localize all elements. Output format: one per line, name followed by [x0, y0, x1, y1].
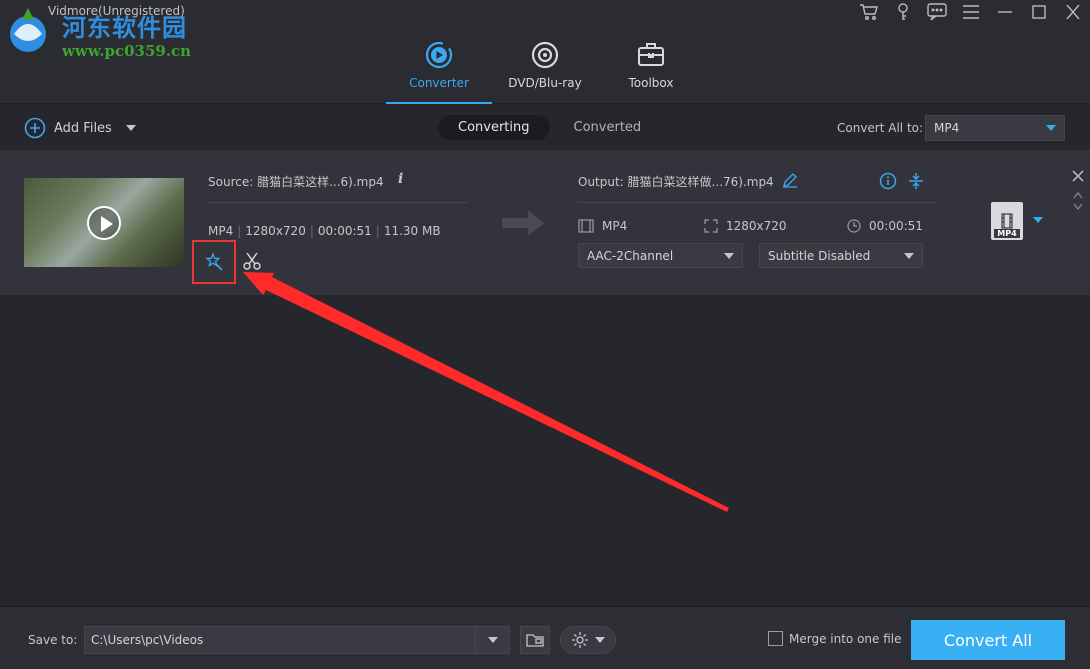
- convert-all-button[interactable]: Convert All: [911, 620, 1065, 660]
- source-format: MP4: [208, 224, 234, 238]
- tab-converted[interactable]: Converted: [554, 115, 662, 140]
- key-icon[interactable]: [886, 0, 920, 24]
- toolbox-icon: [638, 43, 664, 66]
- arrow-right-icon: [500, 208, 546, 241]
- source-filename: Source: 腊猫白菜这样...6).mp4: [208, 175, 384, 189]
- app-title: Vidmore(Unregistered): [48, 4, 185, 18]
- video-file-icon: [1001, 213, 1013, 229]
- split-icon[interactable]: [907, 172, 925, 193]
- output-info-icon[interactable]: [879, 172, 897, 193]
- convert-all-to-label: Convert All to:: [837, 121, 924, 135]
- source-size: 11.30 MB: [383, 224, 441, 238]
- conversion-subtabs: Converting Converted: [438, 115, 661, 140]
- close-icon[interactable]: [1056, 0, 1090, 24]
- gear-icon: [572, 632, 588, 648]
- chevron-down-icon: [1046, 125, 1056, 131]
- edit-pencil-icon[interactable]: [782, 172, 798, 191]
- folder-icon: [526, 634, 544, 647]
- tab-dvd-bluray-label: DVD/Blu-ray: [508, 76, 582, 90]
- maximize-icon[interactable]: [1022, 0, 1056, 24]
- tab-converting[interactable]: Converting: [438, 115, 550, 140]
- source-meta: MP4 | 1280x720 | 00:00:51 | 11.30 MB: [208, 224, 441, 238]
- feedback-icon[interactable]: [920, 0, 954, 24]
- enhance-highlight-box: [192, 240, 236, 284]
- cart-icon[interactable]: [852, 0, 886, 24]
- bottom-bar: Save to: C:\Users\pc\Videos Merge into o…: [0, 606, 1090, 669]
- convert-all-format-select[interactable]: MP4: [925, 115, 1065, 141]
- add-files-button[interactable]: Add Files: [24, 117, 136, 139]
- format-badge-text: MP4: [994, 229, 1020, 238]
- convert-all-format-value: MP4: [934, 121, 960, 135]
- clock-icon: [847, 219, 861, 233]
- output-duration: 00:00:51: [869, 219, 923, 233]
- audio-track-select[interactable]: AAC-2Channel: [578, 243, 743, 268]
- chevron-down-icon[interactable]: [125, 125, 136, 131]
- output-duration-info: 00:00:51: [847, 219, 923, 233]
- output-divider: [578, 202, 938, 203]
- output-resolution: 1280x720: [726, 219, 787, 233]
- tab-dvd-bluray[interactable]: DVD/Blu-ray: [492, 38, 598, 104]
- format-dropdown-chevron-icon[interactable]: [1033, 217, 1043, 223]
- video-thumbnail[interactable]: [24, 178, 184, 267]
- subtitle-value: Subtitle Disabled: [768, 248, 871, 263]
- source-divider: [208, 202, 468, 203]
- watermark-url: www.pc0359.cn: [62, 42, 192, 60]
- output-format-badge[interactable]: MP4: [991, 202, 1023, 240]
- chevron-down-icon[interactable]: [475, 627, 509, 653]
- subtitle-select[interactable]: Subtitle Disabled: [759, 243, 923, 268]
- source-resolution: 1280x720: [245, 224, 306, 238]
- toolbar: Add Files Converting Converted Convert A…: [0, 105, 1090, 150]
- settings-button[interactable]: [560, 626, 616, 654]
- chevron-down-icon: [904, 252, 914, 259]
- tab-toolbox[interactable]: Toolbox: [598, 38, 704, 104]
- output-resolution-info: 1280x720: [704, 219, 787, 233]
- scissors-icon[interactable]: [242, 251, 262, 274]
- title-bar: 河东软件园 www.pc0359.cn Vidmore(Unregistered…: [0, 0, 1090, 104]
- menu-icon[interactable]: [954, 0, 988, 24]
- output-format-info: MP4: [578, 219, 627, 233]
- enhance-icon[interactable]: [203, 251, 225, 273]
- merge-option[interactable]: Merge into one file: [768, 631, 902, 646]
- save-path-value: C:\Users\pc\Videos: [91, 633, 204, 647]
- output-format: MP4: [602, 219, 628, 233]
- plus-circle-icon: [24, 117, 46, 139]
- merge-label: Merge into one file: [789, 631, 902, 646]
- file-row: Source: 腊猫白菜这样...6).mp4 i MP4 | 1280x720 | 0…: [0, 150, 1090, 295]
- tab-converter[interactable]: Converter: [386, 38, 492, 104]
- minimize-icon[interactable]: [988, 0, 1022, 24]
- move-down-icon[interactable]: [1073, 200, 1083, 214]
- remove-file-icon[interactable]: [1072, 170, 1084, 185]
- save-path-select[interactable]: C:\Users\pc\Videos: [84, 626, 510, 654]
- film-icon: [578, 219, 594, 233]
- tab-toolbox-label: Toolbox: [628, 76, 674, 90]
- converter-icon: [425, 41, 453, 69]
- merge-checkbox[interactable]: [768, 631, 783, 646]
- open-folder-button[interactable]: [520, 626, 550, 654]
- chevron-down-icon: [724, 252, 734, 259]
- main-tabs: Converter DVD/Blu-ray Toolbox: [386, 38, 704, 104]
- window-controls: [852, 0, 1090, 24]
- play-icon[interactable]: [87, 206, 121, 240]
- chevron-down-icon: [595, 637, 605, 643]
- add-files-label: Add Files: [54, 120, 112, 136]
- save-to-label: Save to:: [28, 633, 78, 647]
- output-filename: Output: 腊猫白菜这样做...76).mp4: [578, 175, 774, 189]
- audio-track-value: AAC-2Channel: [587, 248, 674, 263]
- source-duration: 00:00:51: [317, 224, 372, 238]
- resize-icon: [704, 219, 718, 233]
- tab-converter-label: Converter: [409, 76, 469, 90]
- disc-icon: [531, 41, 559, 69]
- file-list-area: [0, 295, 1090, 606]
- info-icon[interactable]: i: [398, 171, 403, 187]
